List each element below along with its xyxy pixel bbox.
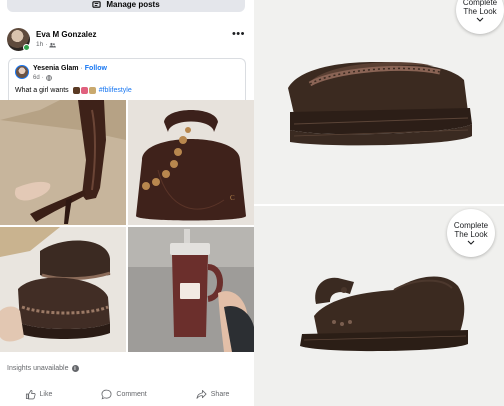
complete-look-line2-2: The Look xyxy=(454,230,488,239)
shared-page-name[interactable]: Yesenia Glam xyxy=(33,65,79,72)
insights-label: Insights unavailable xyxy=(7,365,69,372)
follow-button[interactable]: Follow xyxy=(85,65,107,72)
post-meta: 1h · xyxy=(36,41,57,48)
chevron-down-icon xyxy=(476,17,484,22)
slipper-illustration xyxy=(0,227,126,352)
post-header: Eva M Gonzalez 1h · ••• xyxy=(7,28,247,56)
bow-emoji xyxy=(80,87,88,94)
handbag-illustration: C xyxy=(128,100,254,225)
author-name[interactable]: Eva M Gonzalez xyxy=(36,30,96,39)
like-label: Like xyxy=(39,390,53,398)
shared-post-time[interactable]: 6d xyxy=(33,75,40,81)
photo-tile-handbag[interactable]: C xyxy=(128,100,254,225)
like-icon xyxy=(25,389,36,399)
online-status-dot xyxy=(23,44,30,51)
chocolate-emoji xyxy=(72,87,80,94)
info-icon[interactable]: i xyxy=(71,365,79,372)
photo-tile-slipper[interactable] xyxy=(0,227,126,352)
caption-text: What a girl wants xyxy=(15,87,69,94)
share-label: Share xyxy=(210,390,230,398)
comment-button[interactable]: Comment xyxy=(101,389,147,400)
chevron-down-icon xyxy=(467,240,475,245)
complete-look-line1: Complete xyxy=(462,0,498,7)
manage-posts-label: Manage posts xyxy=(106,0,160,9)
facebook-post-panel: Manage posts Eva M Gonzalez 1h · ••• Yes… xyxy=(0,0,254,406)
hashtag-link[interactable]: #fblifestyle xyxy=(99,87,132,94)
post-actions-bar: Like Comment Share xyxy=(0,384,254,404)
post-time[interactable]: 1h xyxy=(36,41,43,48)
manage-posts-icon xyxy=(92,1,101,8)
manage-posts-button[interactable]: Manage posts xyxy=(7,0,245,12)
share-icon xyxy=(196,389,207,399)
globe-icon xyxy=(45,75,52,81)
shared-post-card[interactable]: Yesenia Glam · Follow 6d · What a girl w… xyxy=(8,58,246,100)
share-button[interactable]: Share xyxy=(196,389,230,400)
comment-label: Comment xyxy=(116,390,147,398)
photo-grid: C xyxy=(0,100,254,352)
complete-look-line1-2: Complete xyxy=(453,221,489,230)
complete-look-line2: The Look xyxy=(463,7,497,16)
svg-text:C: C xyxy=(230,194,235,202)
post-caption: What a girl wants #fblifestyle xyxy=(15,87,132,94)
platform-slipper-image xyxy=(288,62,472,146)
like-button[interactable]: Like xyxy=(25,389,53,400)
shared-page-avatar[interactable] xyxy=(15,65,29,79)
complete-the-look-button-2[interactable]: Complete The Look xyxy=(447,209,495,257)
comment-icon xyxy=(101,389,112,399)
boot-illustration xyxy=(0,100,126,225)
product-panel: Complete The Look Complete The Look xyxy=(254,0,504,406)
product-card-platform-slipper[interactable]: Complete The Look xyxy=(254,0,504,204)
tumbler-illustration xyxy=(128,227,254,352)
friends-icon xyxy=(49,42,57,47)
shared-page-header: Yesenia Glam · Follow xyxy=(33,65,107,72)
shared-post-meta: 6d · xyxy=(33,75,52,81)
insights-row: Insights unavailable i xyxy=(7,365,79,372)
photo-tile-boot[interactable] xyxy=(0,100,126,225)
product-card-clog[interactable]: Complete The Look xyxy=(254,206,504,406)
photo-tile-tumbler[interactable] xyxy=(128,227,254,352)
bag-emoji xyxy=(88,87,96,94)
more-options-icon[interactable]: ••• xyxy=(232,28,245,40)
